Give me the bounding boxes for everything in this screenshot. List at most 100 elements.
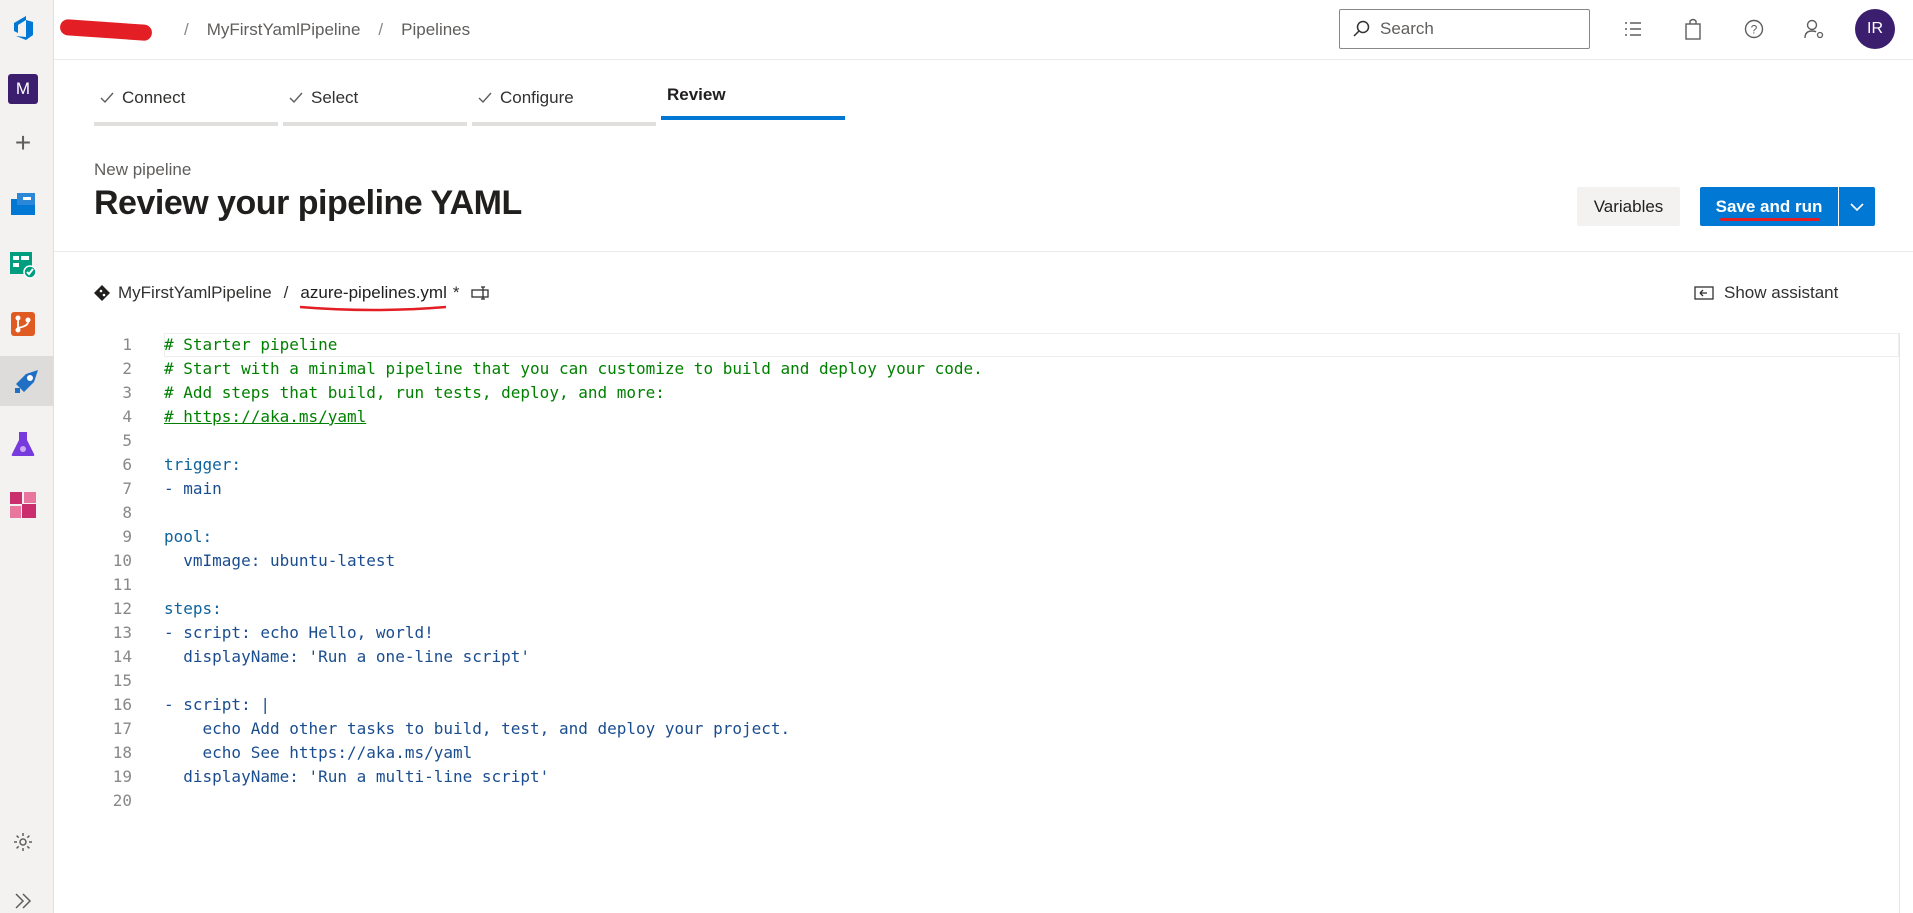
line-number: 1 [122, 335, 132, 354]
code-text: - main [164, 479, 222, 498]
breadcrumb-pipelines[interactable]: Pipelines [401, 20, 470, 40]
redacted-org-name [59, 18, 153, 42]
current-line-highlight [164, 333, 1899, 357]
variables-button[interactable]: Variables [1577, 187, 1680, 226]
step-progress-bar [283, 122, 467, 126]
red-underline-annotation [300, 305, 447, 312]
step-configure[interactable]: Configure [472, 80, 656, 126]
test-plans-icon[interactable] [6, 427, 40, 461]
step-label: Configure [500, 88, 574, 107]
code-text: - script: echo Hello, world! [164, 623, 434, 642]
file-name[interactable]: azure-pipelines.yml [300, 283, 447, 312]
check-icon [478, 92, 492, 104]
repo-name[interactable]: MyFirstYamlPipeline [118, 283, 272, 303]
rename-file-icon[interactable] [471, 286, 491, 300]
pipelines-icon[interactable] [0, 356, 53, 406]
line-number: 4 [122, 407, 132, 426]
search-box[interactable] [1339, 9, 1590, 49]
code-text: - script: | [164, 695, 270, 714]
work-items-list-icon[interactable] [1618, 14, 1648, 44]
line-number: 8 [122, 503, 132, 522]
page-subtitle: New pipeline [94, 160, 192, 179]
line-number: 20 [112, 791, 132, 810]
org-badge[interactable]: M [8, 74, 38, 104]
chevron-down-icon [1850, 202, 1864, 211]
expand-rail-icon[interactable] [6, 884, 40, 913]
yaml-editor[interactable]: 1 # Starter pipeline 2 # Start with a mini… [94, 333, 1913, 913]
step-progress-bar [94, 122, 278, 126]
show-assistant-label: Show assistant [1724, 283, 1839, 302]
header-divider [54, 251, 1913, 252]
line-number: 15 [112, 671, 132, 690]
check-icon [289, 92, 303, 104]
line-number: 13 [112, 623, 132, 642]
step-review[interactable]: Review [661, 80, 845, 126]
line-number: 9 [122, 527, 132, 546]
code-text: # Add steps that build, run tests, deplo… [164, 383, 665, 402]
help-icon[interactable]: ? [1739, 14, 1769, 44]
code-text: echo Add other tasks to build, test, and… [164, 719, 791, 738]
unsaved-marker: * [452, 283, 460, 302]
line-number: 12 [112, 599, 132, 618]
top-bar: / MyFirstYamlPipeline / Pipelines ? IR [54, 0, 1913, 60]
marketplace-bag-icon[interactable] [1678, 14, 1708, 44]
user-avatar[interactable]: IR [1855, 9, 1895, 49]
code-text: steps: [164, 599, 222, 618]
step-progress-bar [472, 122, 656, 126]
step-label: Select [311, 88, 359, 107]
line-number: 5 [122, 431, 132, 450]
line-number: 2 [122, 359, 132, 378]
save-and-run-button[interactable]: Save and run [1700, 187, 1838, 226]
line-number: 19 [112, 767, 132, 786]
save-and-run-label: Save and run [1715, 196, 1823, 216]
step-progress-bar [661, 116, 845, 120]
code-text: displayName: 'Run a multi-line script' [164, 767, 550, 786]
repos-icon[interactable] [6, 307, 40, 341]
breadcrumb-separator: / [378, 20, 384, 39]
file-name-label: azure-pipelines.yml [300, 283, 447, 302]
code-text: trigger: [164, 455, 242, 474]
breadcrumb-project[interactable]: MyFirstYamlPipeline [207, 20, 361, 40]
code-text: pool: [164, 527, 213, 546]
search-icon [1353, 20, 1370, 37]
page-title: Review your pipeline YAML [94, 184, 522, 222]
step-label: Review [667, 85, 726, 104]
line-number: 17 [112, 719, 132, 738]
code-text: vmImage: ubuntu-latest [164, 551, 396, 570]
code-text: displayName: 'Run a one-line script' [164, 647, 531, 666]
line-number: 10 [112, 551, 132, 570]
svg-text:?: ? [1751, 23, 1758, 37]
user-settings-icon[interactable] [1799, 14, 1829, 44]
save-options-dropdown[interactable] [1839, 187, 1875, 226]
step-label: Connect [122, 88, 186, 107]
add-icon[interactable]: + [6, 126, 40, 160]
step-select[interactable]: Select [283, 80, 467, 126]
boards-icon[interactable] [6, 247, 40, 281]
line-number: 18 [112, 743, 132, 762]
settings-gear-icon[interactable] [6, 825, 40, 859]
code-text[interactable]: # https://aka.ms/yaml [164, 405, 366, 429]
search-input[interactable] [1380, 19, 1570, 39]
show-assistant-button[interactable]: Show assistant [1694, 283, 1838, 303]
breadcrumb: / MyFirstYamlPipeline / Pipelines [59, 18, 470, 42]
left-nav-rail: M + [0, 0, 54, 913]
line-number: 3 [122, 383, 132, 402]
azure-devops-logo-icon[interactable] [10, 14, 38, 42]
line-number: 14 [112, 647, 132, 666]
code-text: # Start with a minimal pipeline that you… [164, 359, 983, 378]
wizard-steps: Connect Select Configure Review [94, 80, 850, 126]
git-diamond-icon [94, 285, 110, 301]
line-number: 16 [112, 695, 132, 714]
artifacts-icon[interactable] [6, 488, 40, 522]
code-text: echo See https://aka.ms/yaml [164, 743, 473, 762]
editor-scrollbar[interactable] [1899, 333, 1913, 913]
line-number: 7 [122, 479, 132, 498]
check-icon [100, 92, 114, 104]
assistant-panel-icon [1694, 286, 1714, 300]
breadcrumb-separator: / [184, 20, 189, 39]
code-text: # Starter pipeline [164, 335, 338, 354]
overview-icon[interactable] [6, 186, 40, 220]
step-connect[interactable]: Connect [94, 80, 278, 126]
path-separator: / [283, 283, 289, 302]
red-underline-annotation [1720, 218, 1820, 221]
